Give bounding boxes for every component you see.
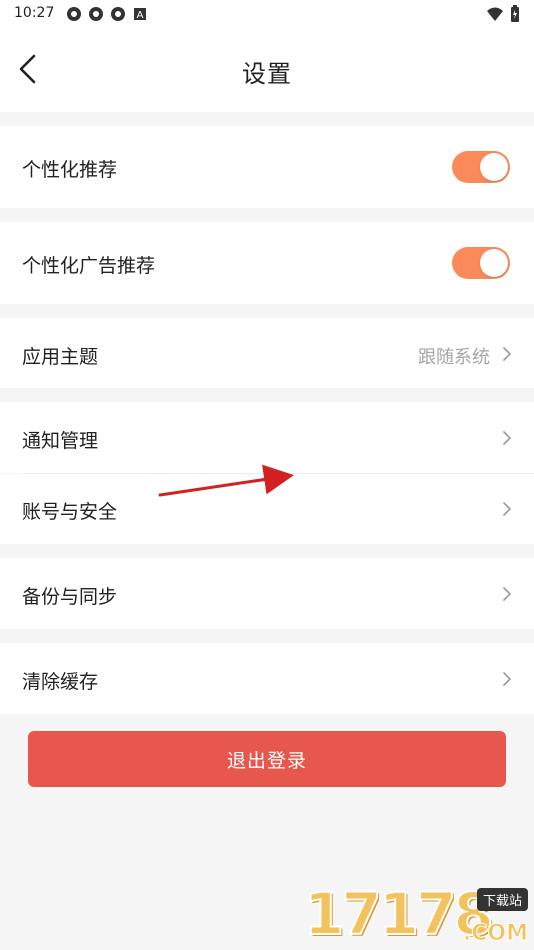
chevron-right-icon: [503, 431, 511, 445]
watermark-badge: 下载站: [476, 888, 528, 911]
notification-icon: [89, 7, 103, 21]
settings-row-label: 应用主题: [22, 346, 99, 368]
app-theme-value: 跟随系统: [418, 347, 490, 368]
personalized-recommend-toggle[interactable]: [452, 151, 510, 183]
a-badge-icon: A: [134, 8, 146, 21]
status-time: 10:27: [14, 5, 55, 21]
settings-row-app-theme[interactable]: 应用主题 跟随系统: [0, 318, 534, 388]
page-title: 设置: [242, 60, 292, 88]
status-bar: 10:27 A: [0, 0, 534, 28]
settings-row-label: 个性化推荐: [22, 159, 118, 181]
toggle-knob: [480, 153, 508, 181]
settings-row-account-security[interactable]: 账号与安全: [0, 474, 534, 544]
settings-row-label: 清除缓存: [22, 671, 99, 693]
app-header: 设置: [0, 28, 534, 112]
settings-row-personalized-ads[interactable]: 个性化广告推荐: [0, 222, 534, 304]
wifi-icon: [487, 7, 503, 21]
toggle-knob: [480, 249, 508, 277]
watermark-logo: 17178 下载站 .COM: [303, 879, 530, 950]
settings-row-label: 账号与安全: [22, 501, 118, 523]
watermark-suffix: .COM: [462, 921, 528, 947]
settings-row-label: 备份与同步: [22, 586, 118, 608]
logout-button[interactable]: 退出登录: [28, 731, 506, 787]
settings-row-notification-manage[interactable]: 通知管理: [0, 402, 534, 473]
notification-icon: [111, 7, 125, 21]
battery-icon: [511, 5, 519, 22]
svg-text:A: A: [137, 10, 144, 21]
settings-row-clear-cache[interactable]: 清除缓存: [0, 643, 534, 714]
notification-icon: [67, 7, 81, 21]
settings-row-label: 个性化广告推荐: [22, 255, 156, 277]
chevron-right-icon: [503, 502, 511, 516]
chevron-right-icon: [503, 587, 511, 601]
chevron-right-icon: [503, 672, 511, 686]
chevron-right-icon: [503, 347, 511, 361]
settings-row-personalized-recommend[interactable]: 个性化推荐: [0, 126, 534, 208]
personalized-ads-toggle[interactable]: [452, 247, 510, 279]
settings-row-label: 通知管理: [22, 430, 99, 452]
settings-row-backup-sync[interactable]: 备份与同步: [0, 558, 534, 629]
